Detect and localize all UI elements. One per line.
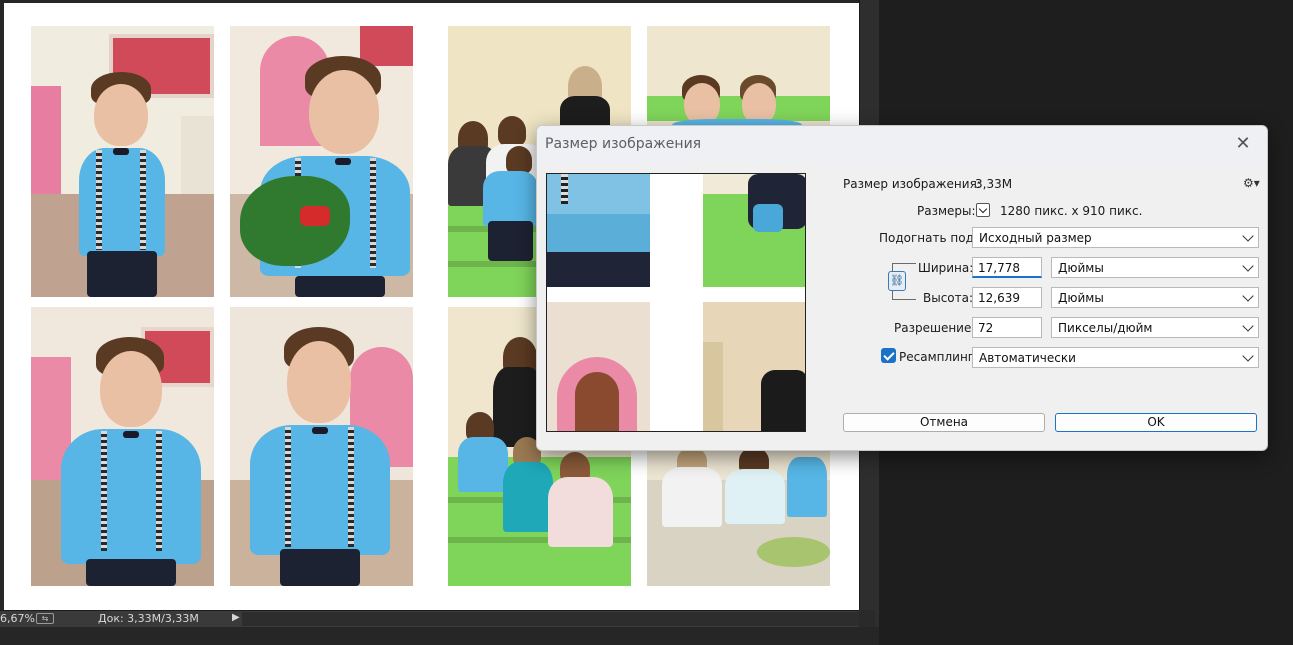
chevron-down-icon: [1242, 260, 1254, 272]
width-unit-value: Дюймы: [1058, 261, 1104, 275]
image-size-dialog: Размер изображения ✕ Размер изображения:…: [536, 125, 1268, 451]
resolution-label: Разрешение:: [894, 321, 976, 335]
kid-figure: [250, 327, 390, 586]
resample-value: Автоматически: [979, 351, 1076, 365]
kid-figure: [672, 71, 802, 139]
dimensions-label: Размеры:: [917, 204, 976, 218]
dimensions-value: 1280 пикс. x 910 пикс.: [1000, 204, 1143, 218]
preview-tile-3: [547, 302, 650, 431]
width-input[interactable]: 17,778: [972, 257, 1042, 278]
image-size-value: 3,33M: [975, 177, 1013, 191]
kid-figure: [240, 56, 410, 297]
fit-to-label: Подогнать под:: [879, 231, 978, 245]
kid-figure: [56, 337, 206, 586]
preview-tile-4: [703, 302, 805, 431]
dialog-title: Размер изображения: [545, 136, 702, 152]
resample-checkbox[interactable]: [881, 348, 896, 363]
horizontal-scrollbar[interactable]: [242, 612, 859, 626]
photo-5: [31, 307, 214, 586]
preview-tile-2: [703, 174, 805, 287]
resample-select[interactable]: Автоматически: [972, 347, 1259, 368]
dialog-titlebar[interactable]: Размер изображения ✕: [537, 126, 1267, 164]
ok-button[interactable]: OK: [1055, 413, 1257, 432]
close-icon[interactable]: ✕: [1233, 134, 1253, 154]
chevron-down-icon: [1242, 350, 1254, 362]
height-unit-value: Дюймы: [1058, 291, 1104, 305]
image-size-label: Размер изображения:: [843, 177, 981, 191]
kid-figure: [71, 66, 181, 297]
chevron-down-icon: [1242, 320, 1254, 332]
document-size: Док: 3,33M/3,33M: [98, 612, 199, 625]
resolution-unit-value: Пикселы/дюйм: [1058, 321, 1153, 335]
photoshop-workspace: 6,67% ⇆ Док: 3,33M/3,33M ▶ Размер изобра…: [0, 0, 1293, 645]
fit-to-select[interactable]: Исходный размер: [972, 227, 1259, 248]
cancel-button[interactable]: Отмена: [843, 413, 1045, 432]
status-menu-arrow-icon[interactable]: ▶: [232, 612, 240, 623]
gear-icon[interactable]: ⚙▾: [1243, 176, 1260, 190]
zoom-preset-icon[interactable]: ⇆: [36, 613, 54, 624]
image-preview[interactable]: [546, 173, 806, 432]
height-label: Высота:: [923, 291, 974, 305]
height-unit-select[interactable]: Дюймы: [1051, 287, 1259, 308]
photo-6: [230, 307, 413, 586]
chevron-down-icon: [1242, 230, 1254, 242]
photo-2: [230, 26, 413, 297]
kid-figure: [647, 447, 830, 557]
photo-1: [31, 26, 214, 297]
width-label: Ширина:: [918, 261, 974, 275]
zoom-level[interactable]: 6,67%: [0, 612, 35, 625]
bottom-strip: [0, 627, 879, 645]
dimensions-dropdown-icon[interactable]: [976, 203, 990, 217]
fit-to-value: Исходный размер: [979, 231, 1092, 245]
width-unit-select[interactable]: Дюймы: [1051, 257, 1259, 278]
resolution-input[interactable]: 72: [972, 317, 1042, 338]
resolution-unit-select[interactable]: Пикселы/дюйм: [1051, 317, 1259, 338]
chevron-down-icon: [1242, 290, 1254, 302]
link-icon[interactable]: ⛓: [888, 271, 906, 291]
height-input[interactable]: 12,639: [972, 287, 1042, 308]
preview-tile-1: [547, 174, 650, 287]
scrollbar-corner: [859, 610, 875, 627]
resample-label: Ресамплинг:: [899, 350, 979, 364]
